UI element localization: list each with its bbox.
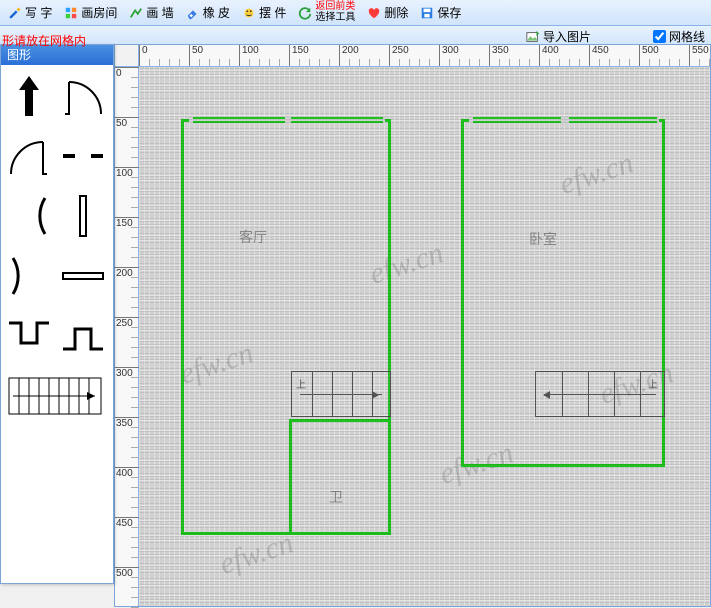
vertical-ruler: 050100150200250300350400450500	[115, 67, 139, 606]
room-living-window-1[interactable]	[193, 117, 285, 119]
shape-window-horizontal[interactable]	[59, 249, 107, 303]
room-bedroom-label: 卧室	[529, 229, 557, 249]
save-button[interactable]: 保存	[414, 2, 467, 23]
room-bedroom-window-1[interactable]	[473, 117, 561, 119]
eraser-button[interactable]: 橡 皮	[180, 2, 236, 23]
write-text-button[interactable]: 写 字	[2, 2, 58, 23]
palette-body	[1, 65, 113, 427]
shape-window-vertical[interactable]	[59, 189, 107, 243]
gridlines-checkbox[interactable]	[653, 30, 666, 43]
import-icon	[526, 30, 540, 44]
ruler-corner	[115, 45, 139, 67]
gridlines-label: 网格线	[669, 28, 705, 45]
notice-text: 形请放在网格内	[0, 30, 88, 51]
stairs-living[interactable]: 上	[291, 371, 391, 417]
stairs-living-up-label: 上	[296, 376, 306, 391]
place-item-button[interactable]: 摆 件	[236, 2, 292, 23]
wall-icon	[129, 6, 143, 20]
place-item-label: 摆 件	[259, 4, 286, 21]
eraser-label: 橡 皮	[203, 4, 230, 21]
h-tick: 0	[139, 45, 148, 67]
delete-button[interactable]: 删除	[361, 2, 414, 23]
back-tool-button[interactable]: 返回前类 选择工具	[292, 0, 361, 25]
h-tick: 50	[189, 45, 203, 67]
stairs-bedroom-up-label: 上	[648, 376, 658, 391]
draw-room-label: 画房间	[81, 4, 117, 21]
eraser-icon	[186, 6, 200, 20]
heart-icon	[367, 6, 381, 20]
draw-wall-label: 画 墙	[146, 4, 173, 21]
write-text-label: 写 字	[25, 4, 52, 21]
room-wc-label: 卫	[329, 487, 343, 507]
room-bedroom-window-2[interactable]	[569, 117, 657, 119]
wall-internal-v[interactable]	[289, 419, 292, 535]
draw-wall-button[interactable]: 画 墙	[123, 2, 179, 23]
save-label: 保存	[437, 4, 461, 21]
back-tool-label: 返回前类 选择工具	[315, 2, 355, 23]
room-living-label: 客厅	[239, 227, 267, 247]
shape-niche-up[interactable]	[59, 309, 107, 363]
shape-arrow-up[interactable]	[5, 69, 53, 123]
horizontal-ruler: 050100150200250300350400450500550	[139, 45, 710, 67]
pencil-icon	[8, 6, 22, 20]
shape-opening[interactable]	[59, 129, 107, 183]
gridlines-toggle[interactable]: 网格线	[653, 28, 711, 45]
import-image-label: 导入图片	[543, 28, 591, 45]
room-living-window-2[interactable]	[291, 117, 383, 119]
main-toolbar: 写 字 画房间 画 墙 橡 皮 摆 件 返回前类 选择工具	[0, 0, 711, 26]
shape-door-swing-left[interactable]	[5, 129, 53, 183]
delete-label: 删除	[384, 4, 408, 21]
shape-niche-down[interactable]	[5, 309, 53, 363]
stairs-bedroom[interactable]: 上	[535, 371, 665, 417]
drawing-canvas[interactable]: efw.cn efw.cn efw.cn efw.cn efw.cn efw.c…	[139, 67, 710, 606]
room-icon	[64, 6, 78, 20]
place-icon	[242, 6, 256, 20]
shapes-palette: 图形	[0, 44, 114, 584]
save-icon	[420, 6, 434, 20]
shape-arc-right[interactable]	[5, 249, 53, 303]
draw-room-button[interactable]: 画房间	[58, 2, 123, 23]
refresh-icon	[298, 6, 312, 20]
wall-internal-h[interactable]	[289, 419, 391, 422]
canvas-area: 050100150200250300350400450500550 050100…	[114, 44, 711, 607]
room-living[interactable]	[181, 119, 391, 535]
shape-door-swing-right[interactable]	[59, 69, 107, 123]
shape-arc-left[interactable]	[5, 189, 53, 243]
shape-stairs[interactable]	[5, 369, 105, 423]
